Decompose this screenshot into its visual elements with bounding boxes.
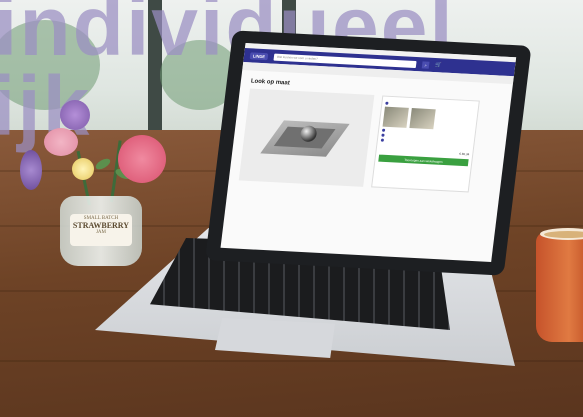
laptop-screen: LINDE Wat kunnen we voor u vinden? ⌕ 🛒 L… [220,43,517,262]
cart-icon[interactable]: 🛒 [435,62,442,68]
vase-label-sub: JAM [95,230,106,235]
lavender-flower [20,150,42,190]
lavender-flower [60,100,90,130]
radio-icon[interactable] [381,128,386,132]
add-to-cart-button[interactable]: Toevoegen aan winkelwagen [378,154,469,167]
coffee-mug [536,228,583,342]
glass-vase: SMALL BATCH STRAWBERRY JAM [60,196,142,266]
carnation-flower [118,135,166,183]
laptop-lid: LINDE Wat kunnen we voor u vinden? ⌕ 🛒 L… [205,30,532,276]
vase-label-main: STRAWBERRY [72,221,130,230]
yellow-flower [72,158,94,180]
product-area: € 80,34 Toevoegen aan winkelwagen [229,88,511,194]
option-thumbnail[interactable] [409,108,436,130]
radio-icon[interactable] [380,138,385,142]
radio-icon[interactable] [385,101,389,105]
product-image [238,88,375,187]
option-thumbnail[interactable] [382,106,409,128]
site-logo[interactable]: LINDE [249,51,269,60]
photo-scene: individueel ijk LINDE Wat kunnen we voor… [0,0,583,417]
price: € 80,34 [459,151,470,157]
product-options: € 80,34 Toevoegen aan winkelwagen [371,95,480,193]
pink-flower [44,128,78,156]
option-thumbnails [382,106,475,132]
search-icon[interactable]: ⌕ [421,60,430,69]
radio-icon[interactable] [381,133,385,137]
coffee [544,231,583,238]
vase-label: SMALL BATCH STRAWBERRY JAM [70,214,132,246]
